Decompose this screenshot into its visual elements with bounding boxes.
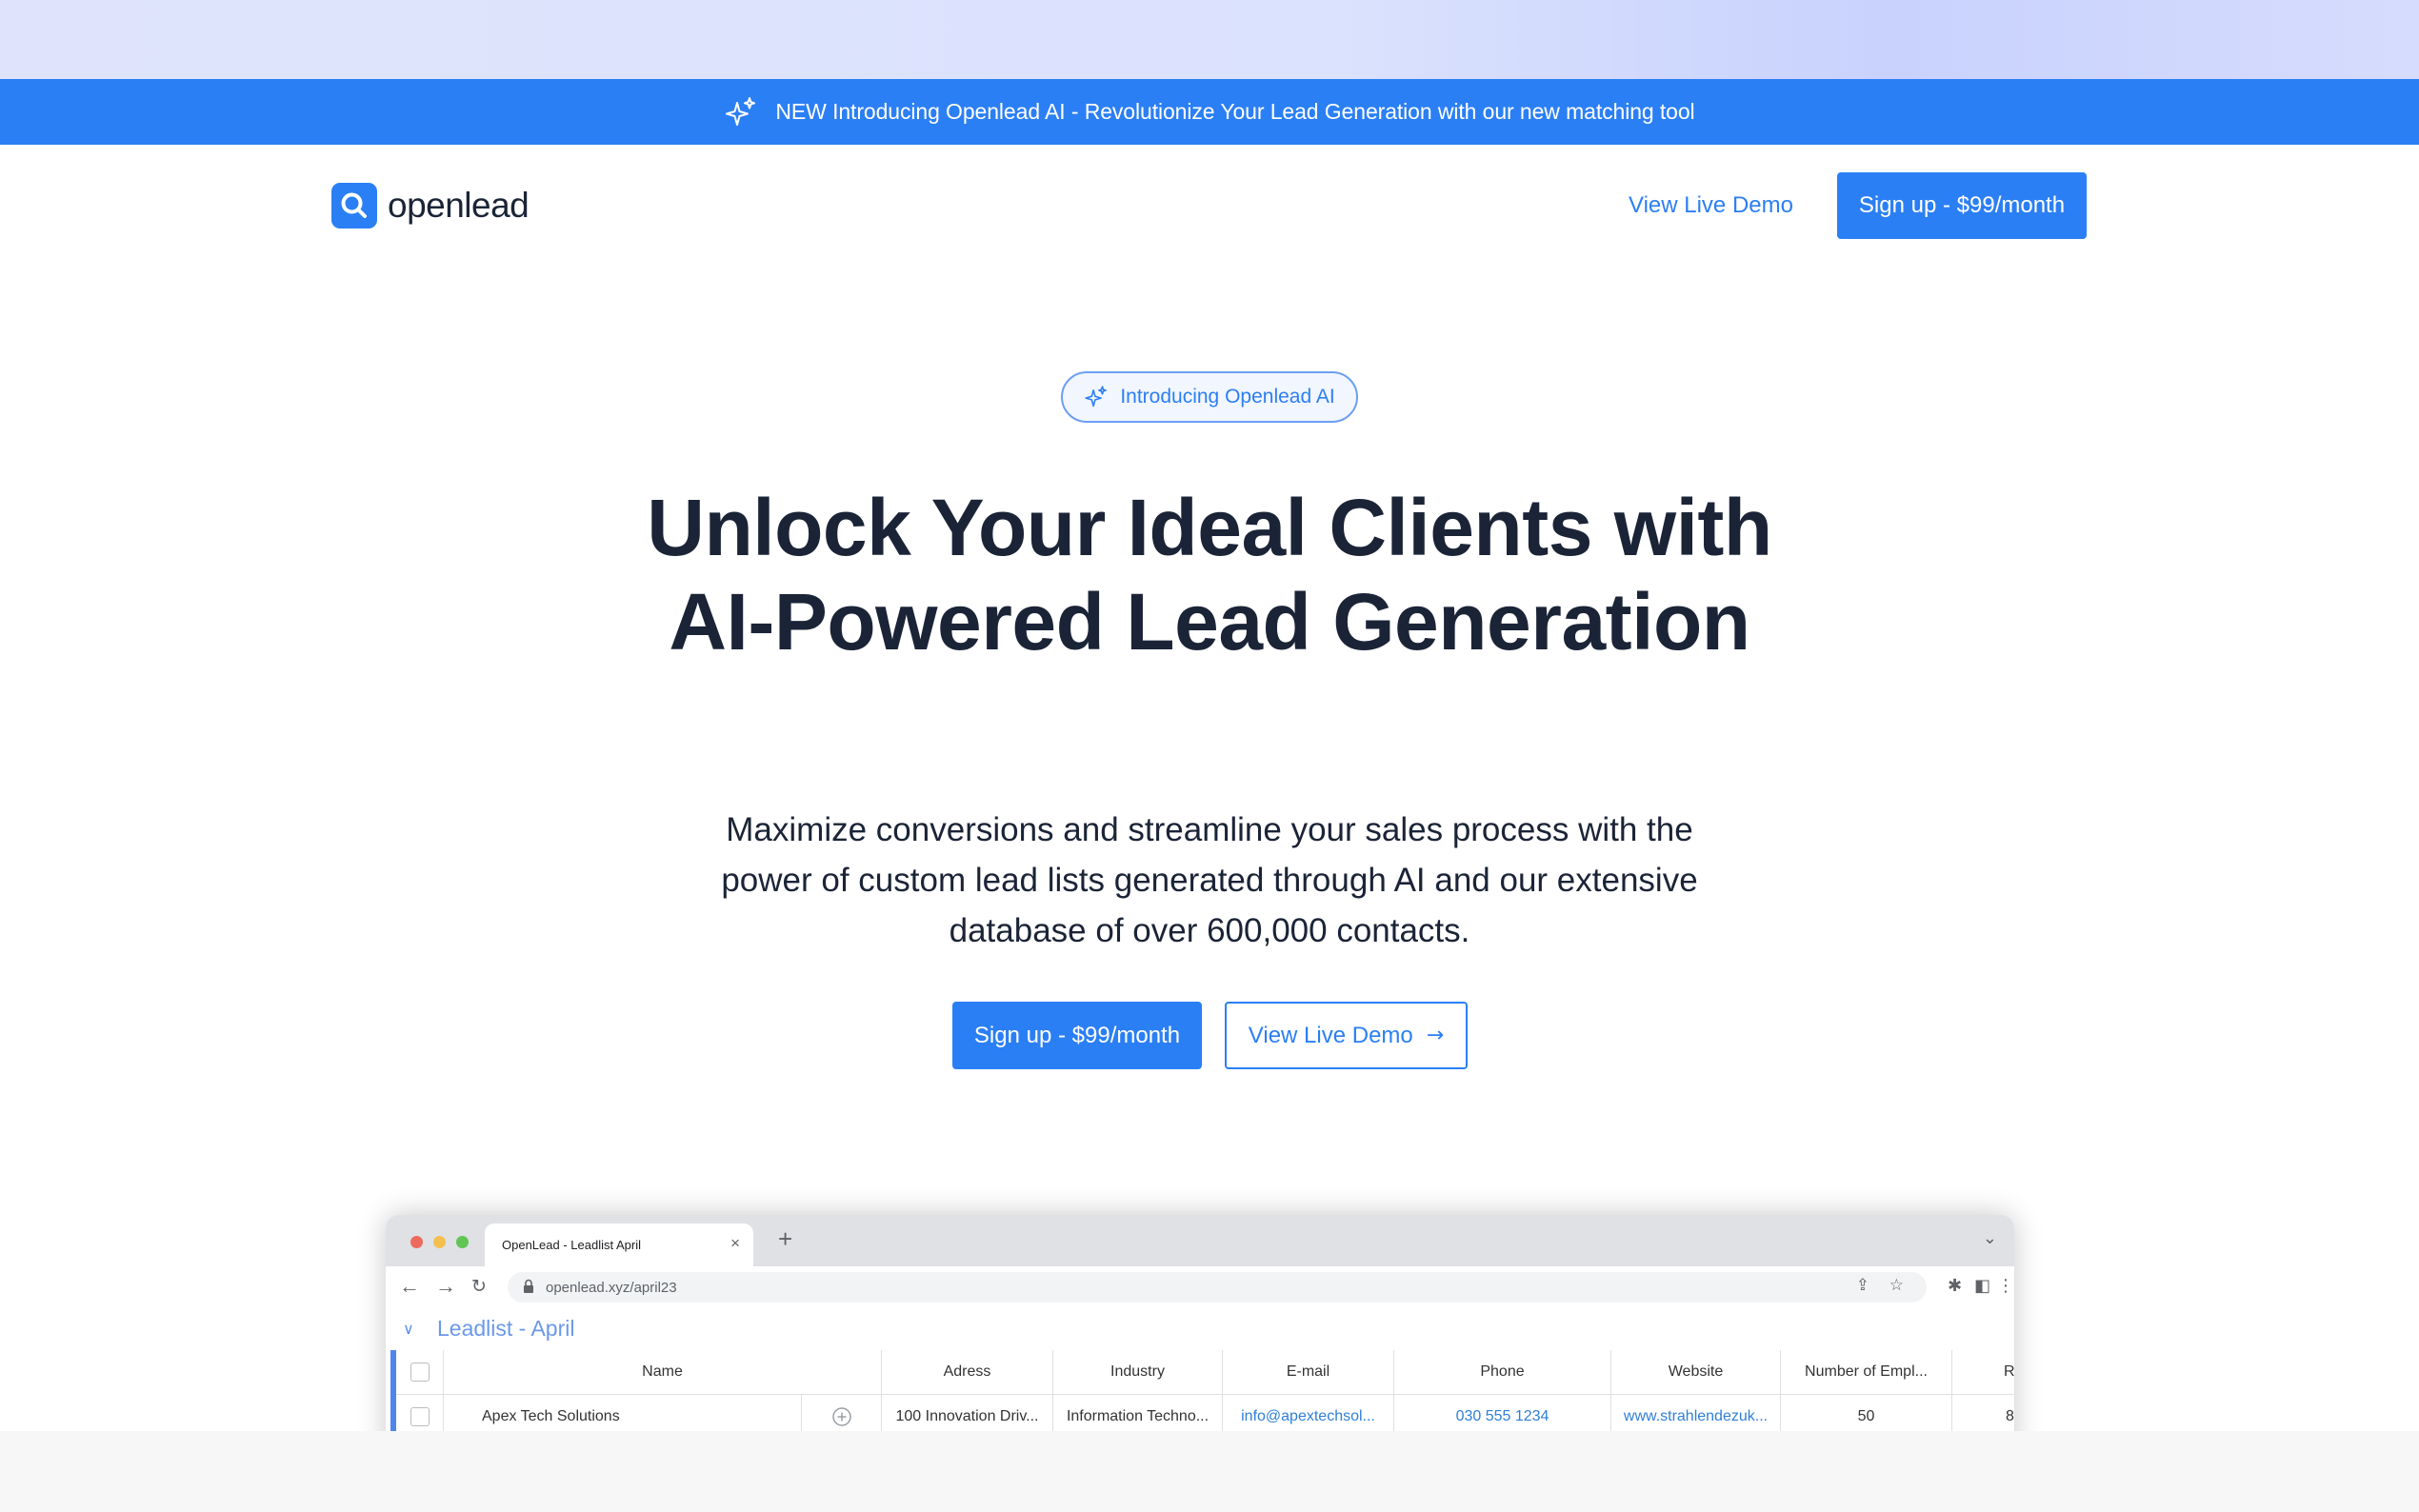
arrow-right-icon: → [1426, 1024, 1445, 1047]
more-menu-icon[interactable]: ⋮ [1997, 1276, 2014, 1296]
column-header-email[interactable]: E-mail [1223, 1350, 1394, 1394]
minimize-window-dot[interactable] [433, 1236, 446, 1248]
leadlist-header: ∨ Leadlist - April [386, 1308, 2014, 1350]
side-panel-icon[interactable]: ◧ [1974, 1276, 1990, 1296]
banner-text: NEW Introducing Openlead AI - Revolution… [775, 99, 1695, 124]
announcement-banner[interactable]: NEW Introducing Openlead AI - Revolution… [0, 79, 2419, 145]
checkbox[interactable] [410, 1407, 430, 1426]
search-icon [331, 183, 377, 229]
top-gradient-strip [0, 0, 2419, 79]
badge-label: Introducing Openlead AI [1120, 386, 1335, 408]
checkbox[interactable] [410, 1363, 430, 1382]
leadlist-title: Leadlist - April [437, 1316, 575, 1341]
introducing-ai-badge[interactable]: Introducing Openlead AI [1061, 371, 1358, 423]
bottom-fade-overlay [0, 1431, 2419, 1512]
tab-title: OpenLead - Leadlist April [502, 1238, 641, 1252]
chevron-down-icon[interactable]: ⌄ [1983, 1228, 1997, 1248]
column-header-re[interactable]: Re [1952, 1350, 2014, 1394]
table-header-row: Name Adress Industry E-mail Phone Websit… [396, 1350, 2014, 1395]
sparkles-icon [1085, 386, 1108, 408]
hero-subtitle: Maximize conversions and streamline your… [721, 811, 1698, 949]
share-icon[interactable]: ⇪ [1856, 1276, 1869, 1295]
column-header-adress[interactable]: Adress [882, 1350, 1053, 1394]
openlead-logo[interactable]: openlead [331, 183, 530, 229]
hero-demo-label: View Live Demo [1248, 1022, 1413, 1048]
hero-view-live-demo-button[interactable]: View Live Demo → [1225, 1002, 1468, 1069]
address-bar[interactable]: openlead.xyz/april23 ⇪ ☆ [508, 1272, 1927, 1303]
extensions-icon[interactable]: ✱ [1948, 1276, 1962, 1296]
column-header-industry[interactable]: Industry [1053, 1350, 1223, 1394]
maximize-window-dot[interactable] [456, 1236, 469, 1248]
top-navigation: openlead View Live Demo Sign up - $99/mo… [0, 145, 2419, 267]
browser-toolbar: ← → ↻ openlead.xyz/april23 ⇪ ☆ ✱ ◧ ⋮ [386, 1266, 2014, 1309]
view-live-demo-link[interactable]: View Live Demo [1629, 192, 1793, 219]
browser-tab-bar: OpenLead - Leadlist April × + ⌄ [386, 1215, 2014, 1266]
lock-icon [523, 1279, 534, 1298]
chevron-down-icon[interactable]: ∨ [403, 1320, 414, 1339]
back-icon[interactable]: ← [399, 1274, 420, 1299]
new-tab-icon[interactable]: + [778, 1224, 792, 1254]
reload-icon[interactable]: ↻ [471, 1276, 487, 1298]
bookmark-star-icon[interactable]: ☆ [1889, 1276, 1904, 1295]
forward-icon[interactable]: → [435, 1274, 456, 1299]
browser-tab[interactable]: OpenLead - Leadlist April × [485, 1224, 753, 1266]
close-icon[interactable]: × [730, 1234, 740, 1253]
hero-title: Unlock Your Ideal Clients with AI-Powere… [647, 483, 1772, 666]
column-header-website[interactable]: Website [1611, 1350, 1781, 1394]
signup-button[interactable]: Sign up - $99/month [1837, 172, 2087, 239]
column-header-name[interactable]: Name [444, 1350, 882, 1394]
select-all-checkbox-cell[interactable] [396, 1350, 444, 1394]
column-header-employees[interactable]: Number of Empl... [1781, 1350, 1952, 1394]
url-text: openlead.xyz/april23 [546, 1280, 677, 1296]
hero-signup-button[interactable]: Sign up - $99/month [952, 1002, 1202, 1069]
close-window-dot[interactable] [410, 1236, 423, 1248]
sparkles-icon [726, 96, 756, 126]
logo-text: openlead [388, 186, 530, 225]
column-header-phone[interactable]: Phone [1394, 1350, 1611, 1394]
